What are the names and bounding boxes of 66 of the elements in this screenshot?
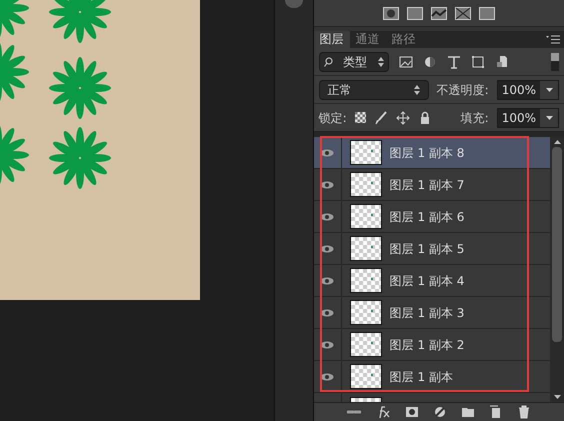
type-filter-icon[interactable] xyxy=(446,54,461,68)
shape-filter-icon[interactable] xyxy=(470,54,485,68)
eye-icon[interactable] xyxy=(320,180,334,188)
blend-mode-dropdown[interactable]: 正常 xyxy=(318,80,429,100)
smart-object-filter-icon[interactable] xyxy=(494,54,509,68)
panel-tab[interactable]: 通道 xyxy=(350,31,386,48)
layer-name: 图层 1 副本 8 xyxy=(390,144,464,162)
layer-thumbnail xyxy=(350,332,382,357)
layer-name: 图层 1 副本 7 xyxy=(390,176,464,194)
layer-thumbnail xyxy=(350,140,382,165)
layer-name: 图层 1 副本 2 xyxy=(390,336,464,354)
cross-style-icon[interactable] xyxy=(454,6,471,20)
adjustment-filter-icon[interactable] xyxy=(422,54,437,68)
pattern-style-icon[interactable] xyxy=(430,6,447,20)
layer-name: 图层 1 副本 5 xyxy=(390,240,464,258)
menu-icon[interactable] xyxy=(546,35,560,44)
eye-icon[interactable] xyxy=(320,372,334,380)
layer-row[interactable]: 图层 1 副本 3 xyxy=(314,297,550,329)
layer-row[interactable]: 图层 1 副本 2 xyxy=(314,329,550,361)
opacity-field[interactable]: 100% xyxy=(496,80,559,100)
eye-icon[interactable] xyxy=(320,340,334,348)
layer-name: 图层 1 副本 3 xyxy=(390,304,464,322)
lock-label: 锁定: xyxy=(318,110,347,126)
layer-thumbnail xyxy=(350,172,382,197)
layer-row[interactable]: 图层 1 副本 xyxy=(314,361,550,393)
stepper-icon xyxy=(378,56,384,66)
adjustment-icon[interactable] xyxy=(432,405,447,419)
fill-label: 填充: xyxy=(460,110,489,126)
brush-icon[interactable] xyxy=(374,110,388,124)
new-layer-icon[interactable] xyxy=(488,405,503,419)
eye-icon[interactable] xyxy=(320,308,334,316)
search-icon xyxy=(324,56,333,66)
filter-dropdown[interactable]: 类型 xyxy=(318,52,389,72)
scrollbar[interactable] xyxy=(550,137,564,402)
eye-icon[interactable] xyxy=(320,244,334,252)
image-filter-icon[interactable] xyxy=(398,54,413,68)
layer-row[interactable]: 图层 1 副本 6 xyxy=(314,201,550,233)
shape-style-icon[interactable] xyxy=(382,6,399,20)
filter-toggle[interactable] xyxy=(551,52,559,70)
layer-thumbnail xyxy=(350,364,382,389)
layer-row[interactable]: 图层 1 副本 5 xyxy=(314,233,550,265)
layer-thumbnail xyxy=(350,300,382,325)
trash-icon[interactable] xyxy=(516,405,531,419)
layer-thumbnail xyxy=(350,204,382,229)
layer-thumbnail xyxy=(350,268,382,293)
eye-icon[interactable] xyxy=(320,276,334,284)
layer-row[interactable]: 图层 1 副本 7 xyxy=(314,169,550,201)
fill-field[interactable]: 100% xyxy=(496,108,559,128)
eye-icon[interactable] xyxy=(320,148,334,156)
layer-thumbnail xyxy=(350,236,382,261)
opacity-label: 不透明度: xyxy=(436,82,489,98)
layer-name: 图层 1 副本 xyxy=(390,368,453,386)
stepper-icon xyxy=(414,84,420,94)
lock-transparency-icon[interactable] xyxy=(354,112,366,123)
layer-row[interactable]: 图层 1 副本 4 xyxy=(314,265,550,297)
move-icon[interactable] xyxy=(396,110,410,124)
panel-tab[interactable]: 图层 xyxy=(314,31,350,48)
folder-icon[interactable] xyxy=(460,405,475,419)
layer-name: 图层 1 副本 4 xyxy=(390,272,464,290)
layer-row[interactable]: 图层 1 副本 8 xyxy=(314,137,550,169)
eye-icon[interactable] xyxy=(320,212,334,220)
caret-icon xyxy=(546,116,552,120)
caret-icon xyxy=(546,88,552,92)
mask-icon[interactable] xyxy=(404,405,419,419)
panel-tab[interactable]: 路径 xyxy=(386,31,422,48)
layer-name: 图层 1 副本 6 xyxy=(390,208,464,226)
